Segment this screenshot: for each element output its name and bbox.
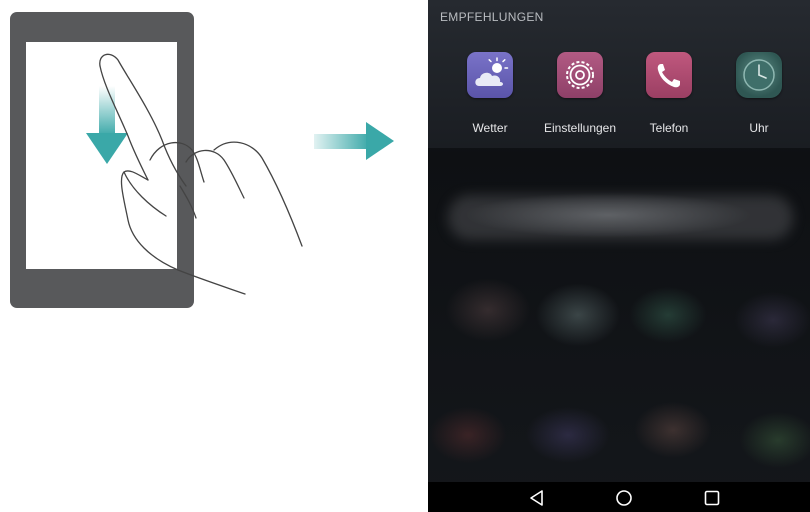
- navigation-bar: [428, 482, 810, 512]
- app-label: Wetter: [472, 121, 508, 135]
- app-uhr[interactable]: Uhr: [714, 52, 804, 135]
- home-circle-icon[interactable]: [614, 489, 634, 507]
- blurred-search-bar: [448, 195, 793, 240]
- recents-square-icon[interactable]: [702, 489, 722, 507]
- phone-screen: EMPFEHLUNGEN Wetter Einstellungen Telefo…: [428, 0, 810, 512]
- phone-handset-icon: [646, 52, 692, 98]
- back-triangle-icon[interactable]: [527, 489, 547, 507]
- transition-arrow-icon: [314, 122, 394, 160]
- app-label: Uhr: [749, 121, 769, 135]
- suggestions-panel: EMPFEHLUNGEN Wetter Einstellungen Telefo…: [428, 0, 810, 148]
- app-label: Einstellungen: [543, 121, 617, 135]
- settings-gear-icon: [557, 52, 603, 98]
- pointing-hand-icon: [99, 53, 303, 295]
- app-label: Telefon: [649, 121, 689, 135]
- swipe-down-arrow-icon: [86, 86, 128, 164]
- app-telefon[interactable]: Telefon: [624, 52, 714, 135]
- app-wetter[interactable]: Wetter: [445, 52, 535, 135]
- swipe-down-illustration: [0, 0, 400, 512]
- clock-icon: [736, 52, 782, 98]
- gesture-overlay: [86, 53, 394, 295]
- suggestions-title: EMPFEHLUNGEN: [440, 10, 544, 24]
- suggested-apps: Wetter Einstellungen Telefon Uhr: [428, 52, 810, 142]
- weather-icon: [467, 52, 513, 98]
- app-einstellungen[interactable]: Einstellungen: [535, 52, 625, 135]
